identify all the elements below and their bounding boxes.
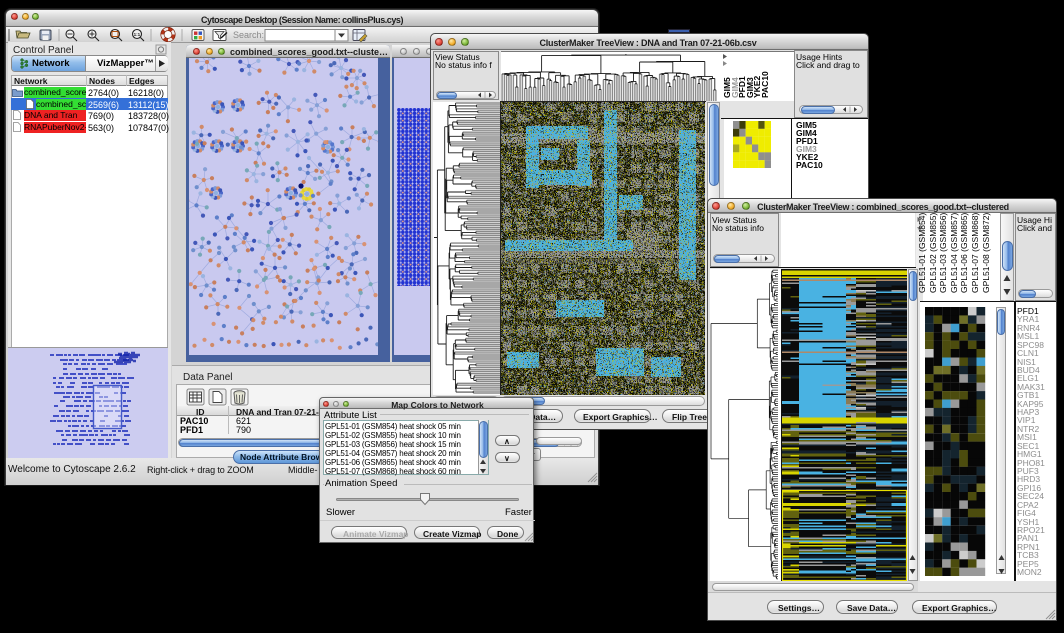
- svg-text:1:1: 1:1: [134, 32, 141, 37]
- svg-text:Search:: Search:: [233, 30, 264, 40]
